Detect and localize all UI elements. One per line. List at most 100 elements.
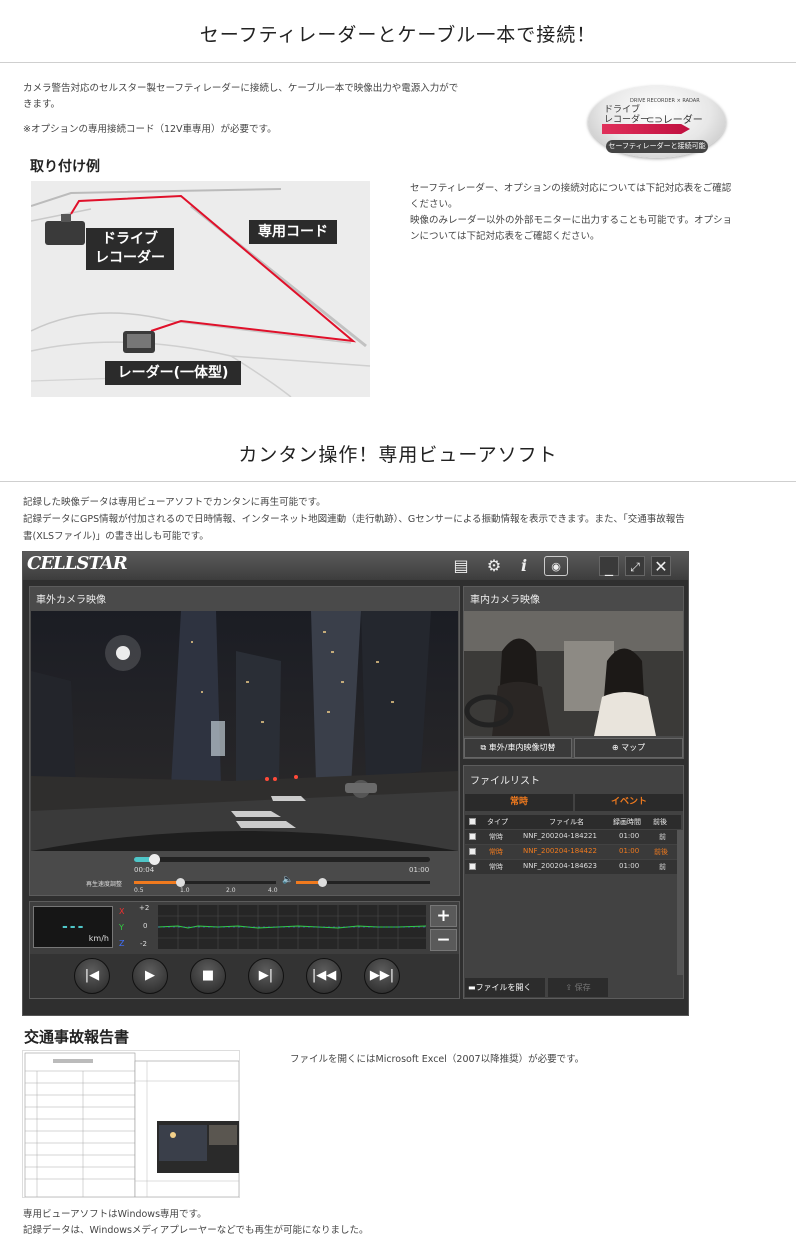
row-checkbox[interactable] xyxy=(469,848,476,855)
badge-right-text: ⊂⊃レーダー xyxy=(646,115,703,126)
speed-tick-05: 0.5 xyxy=(134,887,144,894)
viewer-titlebar: CELLSTAR ▤ ⚙ i ◉ _ ⤢ ✕ xyxy=(23,552,688,580)
volume-slider[interactable] xyxy=(296,878,430,887)
section2-divider xyxy=(0,481,796,482)
filelist-title: ファイルリスト xyxy=(470,776,540,787)
g-axis-x: X xyxy=(119,907,125,916)
info-icon[interactable]: i xyxy=(514,556,534,576)
row-file: NNF_200204-184422 xyxy=(523,847,597,855)
filelist-scrollbar[interactable] xyxy=(677,830,683,975)
control-bar: |◀ ▶ ■ ▶| |◀◀ ▶▶| xyxy=(30,954,459,998)
footer-line-1: 専用ビューアソフトはWindows専用です。 xyxy=(23,1209,207,1220)
row-time: 01:00 xyxy=(619,862,640,870)
g-scale-zero: 0 xyxy=(143,922,148,930)
row-type: 常時 xyxy=(489,863,503,871)
drive-recorder-radar-badge: DRIVE RECORDER × RADAR ドライブ レコーダー ⊂⊃レーダー… xyxy=(588,86,726,158)
col-duration: 録画時間 xyxy=(613,818,641,826)
outside-camera-panel: 車外カメラ映像 00:04 01:00 再生速度調整 0.5 1.0 2.0 4… xyxy=(29,586,460,896)
outside-camera-video[interactable] xyxy=(31,611,458,851)
cord-label: 専用コード xyxy=(249,220,337,244)
next-frame-button[interactable]: ▶| xyxy=(248,958,284,994)
install-diagram: ドライブ レコーダー 専用コード レーダー(一体型) xyxy=(31,181,370,397)
section2-desc-2: 記録データにGPS情報が付加されるので日時情報、インターネット地図連動（走行軌跡… xyxy=(23,514,685,525)
inside-camera-panel: 車内カメラ映像 ⧉ 車外/車内映像切替 ⊕ マップ xyxy=(463,586,684,759)
filelist-header: タイプ ファイル名 録画時間 前後 xyxy=(465,815,681,829)
report-form-illustration xyxy=(24,1052,239,1197)
close-icon[interactable]: ✕ xyxy=(651,556,671,576)
row-time: 01:00 xyxy=(619,832,640,840)
row-checkbox[interactable] xyxy=(469,863,476,870)
save-button[interactable]: ⇪ 保存 xyxy=(548,978,608,997)
section2-desc-3: 書(XLSファイル)」の書き出しも可能です。 xyxy=(23,531,209,542)
time-total: 01:00 xyxy=(409,866,430,874)
table-row[interactable]: 常時 NNF_200204-184623 01:00 前 xyxy=(465,860,681,874)
row-checkbox[interactable] xyxy=(469,833,476,840)
select-all-checkbox[interactable] xyxy=(469,818,476,825)
row-pos: 前後 xyxy=(654,848,668,856)
col-position: 前後 xyxy=(653,818,667,826)
open-file-button[interactable]: ▬ファイルを開く xyxy=(465,978,545,997)
globe-icon: ⊕ xyxy=(611,743,619,752)
minimize-icon[interactable]: _ xyxy=(599,556,619,576)
inside-camera-video[interactable] xyxy=(464,611,683,736)
playback-progress-track[interactable] xyxy=(134,854,430,865)
g-axis-y: Y xyxy=(119,923,124,932)
tab-normal[interactable]: 常時 xyxy=(465,794,573,811)
play-button[interactable]: ▶ xyxy=(132,958,168,994)
cellstar-logo: CELLSTAR xyxy=(27,553,128,574)
zoom-out-button[interactable]: − xyxy=(430,929,457,951)
row-type: 常時 xyxy=(489,833,503,841)
speed-tick-10: 1.0 xyxy=(180,887,190,894)
switch-view-button[interactable]: ⧉ 車外/車内映像切替 xyxy=(464,738,572,758)
accident-report-thumbnail xyxy=(22,1050,240,1198)
speed-slider[interactable] xyxy=(134,878,276,887)
folder-icon: ▬ xyxy=(468,983,476,992)
section2-title: カンタン操作！専用ビューアソフト xyxy=(238,444,558,466)
drive-recorder-label: ドライブ レコーダー xyxy=(86,228,174,270)
volume-icon[interactable]: 🔈 xyxy=(282,875,293,885)
radar-label: レーダー(一体型) xyxy=(105,361,241,385)
camera-icon[interactable]: ◉ xyxy=(544,556,568,576)
list-icon[interactable]: ▤ xyxy=(451,556,471,576)
badge-top-text: DRIVE RECORDER × RADAR xyxy=(630,98,700,104)
badge-arrow xyxy=(602,124,690,134)
row-file: NNF_200204-184221 xyxy=(523,832,597,840)
accident-report-heading: 交通事故報告書 xyxy=(24,1028,130,1046)
filelist-panel: ファイルリスト 常時 イベント タイプ ファイル名 録画時間 前後 常時 NNF… xyxy=(463,765,684,999)
viewer-app-window: CELLSTAR ▤ ⚙ i ◉ _ ⤢ ✕ 車外カメラ映像 00:04 01:… xyxy=(22,551,689,1016)
speed-slider-knob[interactable] xyxy=(176,878,186,887)
badge-bottom-text: セーフティレーダーと接続可能 xyxy=(606,140,708,153)
table-row[interactable]: 常時 NNF_200204-184221 01:00 前 xyxy=(465,830,681,844)
g-scale-plus: +2 xyxy=(139,904,150,912)
maximize-icon[interactable]: ⤢ xyxy=(625,556,645,576)
save-icon: ⇪ xyxy=(565,983,573,992)
sensor-panel: --- km/h X Y Z +2 0 -2 + − |◀ ▶ ■ ▶| |◀◀… xyxy=(29,901,460,999)
speed-display: --- km/h xyxy=(33,906,113,948)
row-pos: 前 xyxy=(659,833,666,841)
outside-camera-title: 車外カメラ映像 xyxy=(36,595,106,606)
skip-start-button[interactable]: |◀ xyxy=(74,958,110,994)
table-row[interactable]: 常時 NNF_200204-184422 01:00 前後 xyxy=(465,845,681,859)
next-file-button[interactable]: ▶▶| xyxy=(364,958,400,994)
stop-button[interactable]: ■ xyxy=(190,958,226,994)
footer-line-2: 記録データは、Windowsメディアプレーヤーなどでも再生が可能になりました。 xyxy=(23,1225,369,1236)
switch-view-icon: ⧉ xyxy=(480,743,487,752)
g-scale-minus: -2 xyxy=(140,940,147,948)
row-pos: 前 xyxy=(659,863,666,871)
gear-icon[interactable]: ⚙ xyxy=(484,556,504,576)
speed-tick-20: 2.0 xyxy=(226,887,236,894)
prev-file-button[interactable]: |◀◀ xyxy=(306,958,342,994)
g-sensor-graph xyxy=(158,905,426,949)
tab-event[interactable]: イベント xyxy=(575,794,683,811)
zoom-in-button[interactable]: + xyxy=(430,905,457,927)
section1-right-4: ンについては下記対応表をご確認ください。 xyxy=(410,231,600,242)
volume-slider-knob[interactable] xyxy=(318,878,328,887)
speed-unit: km/h xyxy=(88,934,109,943)
section1-divider xyxy=(0,62,796,63)
speed-tick-40: 4.0 xyxy=(268,887,278,894)
playback-progress-knob[interactable] xyxy=(149,854,161,865)
map-button[interactable]: ⊕ マップ xyxy=(574,738,683,758)
speed-label: 再生速度調整 xyxy=(86,881,123,888)
install-example-heading: 取り付け例 xyxy=(30,159,100,175)
col-type: タイプ xyxy=(487,818,508,826)
